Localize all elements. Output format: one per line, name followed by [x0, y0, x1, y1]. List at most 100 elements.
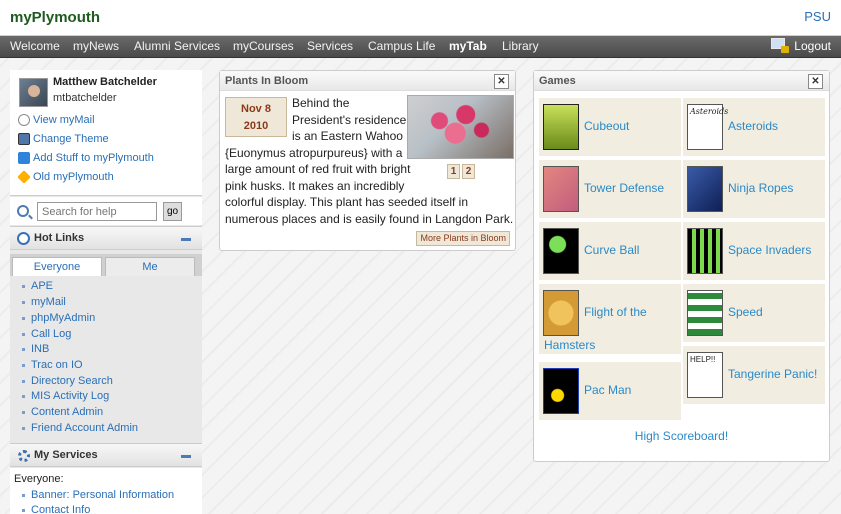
plant-text-line: colorful display. This plant has seeded … [225, 195, 469, 209]
theme-icon [18, 133, 30, 145]
post-date-year: 2010 [243, 120, 269, 132]
asteroids-thumb: Asteroids [687, 104, 728, 150]
logout-label: Logout [794, 38, 831, 53]
plant-text-line: large amount of red fruit with bright [225, 162, 411, 176]
help-search: go [10, 197, 202, 225]
service-item[interactable]: Banner: Personal Information [22, 489, 174, 501]
game-ninja-ropes[interactable]: Ninja Ropes [683, 160, 825, 218]
plant-text-line: pink husks. It makes an incredibly [225, 179, 405, 193]
nav-mycourses[interactable]: myCourses [233, 39, 294, 53]
old-myplymouth-link[interactable]: Old myPlymouth [17, 170, 114, 184]
search-input[interactable] [37, 202, 157, 221]
game-tangerine-panic[interactable]: HELP!! Tangerine Panic! [683, 346, 825, 404]
collapse-icon[interactable] [181, 455, 191, 458]
pac-man-thumb [543, 368, 579, 414]
nav-campus-life[interactable]: Campus Life [368, 39, 435, 53]
game-asteroids[interactable]: Asteroids Asteroids [683, 98, 825, 156]
go-button[interactable]: go [163, 202, 182, 221]
hot-link-item[interactable]: MIS Activity Log [22, 390, 109, 402]
hot-link-item[interactable]: myMail [22, 296, 66, 308]
add-icon [18, 152, 30, 164]
hot-links-icon [17, 232, 30, 245]
game-name: Space Invaders [728, 243, 812, 257]
flight-of-the-hamsters-thumb [543, 290, 579, 336]
profile-box: Matthew Batchelder mtbatchelder View myM… [10, 70, 202, 196]
curve-ball-thumb [543, 228, 579, 274]
hot-link-item[interactable]: Friend Account Admin [22, 422, 138, 434]
more-plants-button[interactable]: More Plants in Bloom [416, 231, 510, 246]
old-myplymouth-label: Old myPlymouth [33, 171, 114, 183]
game-speed[interactable]: Speed [683, 284, 825, 342]
game-name: Tower Defense [584, 181, 665, 195]
psu-link[interactable]: PSU [804, 9, 831, 24]
hot-link-item[interactable]: Trac on IO [22, 359, 83, 371]
add-stuff-link[interactable]: Add Stuff to myPlymouth [18, 152, 154, 164]
page-2-button[interactable]: 2 [462, 164, 475, 179]
plants-panel-header: Plants In Bloom ✕ [220, 71, 515, 91]
search-icon [17, 205, 29, 217]
space-invaders-thumb [687, 228, 723, 274]
game-cubeout[interactable]: Cubeout [539, 98, 681, 156]
change-theme-link[interactable]: Change Theme [18, 133, 109, 145]
nav-library[interactable]: Library [502, 39, 539, 53]
game-tower-defense[interactable]: Tower Defense [539, 160, 681, 218]
profile-name: Matthew Batchelder [53, 76, 157, 88]
plants-panel-title: Plants In Bloom [225, 75, 309, 87]
hot-link-item[interactable]: INB [22, 343, 49, 355]
lock-icon [771, 38, 790, 53]
plant-text-line: President's residence [292, 113, 407, 127]
game-space-invaders[interactable]: Space Invaders [683, 222, 825, 280]
my-services-title: My Services [34, 449, 98, 461]
nav-services[interactable]: Services [307, 39, 353, 53]
plant-text-line: numerous places and is easily found in L… [225, 212, 514, 226]
tab-everyone[interactable]: Everyone [12, 257, 102, 276]
close-icon[interactable]: ✕ [494, 74, 509, 89]
plant-text-line: Behind the [292, 96, 350, 110]
hot-links-tabs: Everyone Me [10, 254, 202, 276]
nav-welcome[interactable]: Welcome [10, 39, 60, 53]
tab-me[interactable]: Me [105, 257, 195, 276]
collapse-icon[interactable] [181, 238, 191, 241]
old-site-icon [17, 170, 31, 184]
tower-defense-thumb [543, 166, 579, 212]
hot-links-title: Hot Links [34, 232, 85, 244]
hot-link-item[interactable]: Call Log [22, 328, 71, 340]
hot-links-header: Hot Links [10, 226, 202, 250]
nav-mytab[interactable]: myTab [449, 39, 487, 53]
game-flight-of-the-hamsters[interactable]: Flight of the Hamsters [539, 284, 681, 354]
hot-links-list: APE myMail phpMyAdmin Call Log INB Trac … [10, 276, 202, 444]
change-theme-label: Change Theme [33, 133, 109, 145]
mail-icon [18, 114, 30, 126]
game-curve-ball[interactable]: Curve Ball [539, 222, 681, 280]
logout-button[interactable]: Logout [771, 38, 831, 53]
games-panel: Games ✕ Cubeout Tower Defense Curve Ball… [533, 70, 830, 462]
nav-mynews[interactable]: myNews [73, 39, 119, 53]
tangerine-panic-thumb: HELP!! [687, 352, 723, 398]
hot-link-item[interactable]: phpMyAdmin [22, 312, 95, 324]
avatar [19, 78, 48, 107]
view-mymail-label: View myMail [33, 114, 95, 126]
game-name: Ninja Ropes [728, 181, 794, 195]
plant-photo[interactable] [407, 95, 514, 159]
game-pac-man[interactable]: Pac Man [539, 362, 681, 420]
game-name: Tangerine Panic! [728, 367, 818, 381]
gear-icon [18, 450, 30, 462]
post-date: Nov 8 2010 [225, 97, 287, 137]
speed-thumb [687, 290, 723, 336]
services-group-label: Everyone: [14, 473, 64, 485]
header: myPlymouth PSU [0, 0, 841, 36]
view-mymail-link[interactable]: View myMail [18, 114, 95, 126]
high-scoreboard-link[interactable]: High Scoreboard! [534, 429, 829, 443]
profile-username: mtbatchelder [53, 92, 117, 104]
close-icon[interactable]: ✕ [808, 74, 823, 89]
hot-link-item[interactable]: Content Admin [22, 406, 103, 418]
hot-link-item[interactable]: APE [22, 280, 53, 292]
hot-link-item[interactable]: Directory Search [22, 375, 113, 387]
brand-logo[interactable]: myPlymouth [10, 9, 100, 26]
game-name: Asteroids [728, 119, 779, 133]
service-item[interactable]: Contact Info [22, 504, 90, 514]
nav-alumni-services[interactable]: Alumni Services [134, 39, 220, 53]
page-1-button[interactable]: 1 [447, 164, 460, 179]
tangerine-thumb-label: HELP!! [690, 355, 716, 364]
game-name: Flight of the [584, 305, 647, 319]
